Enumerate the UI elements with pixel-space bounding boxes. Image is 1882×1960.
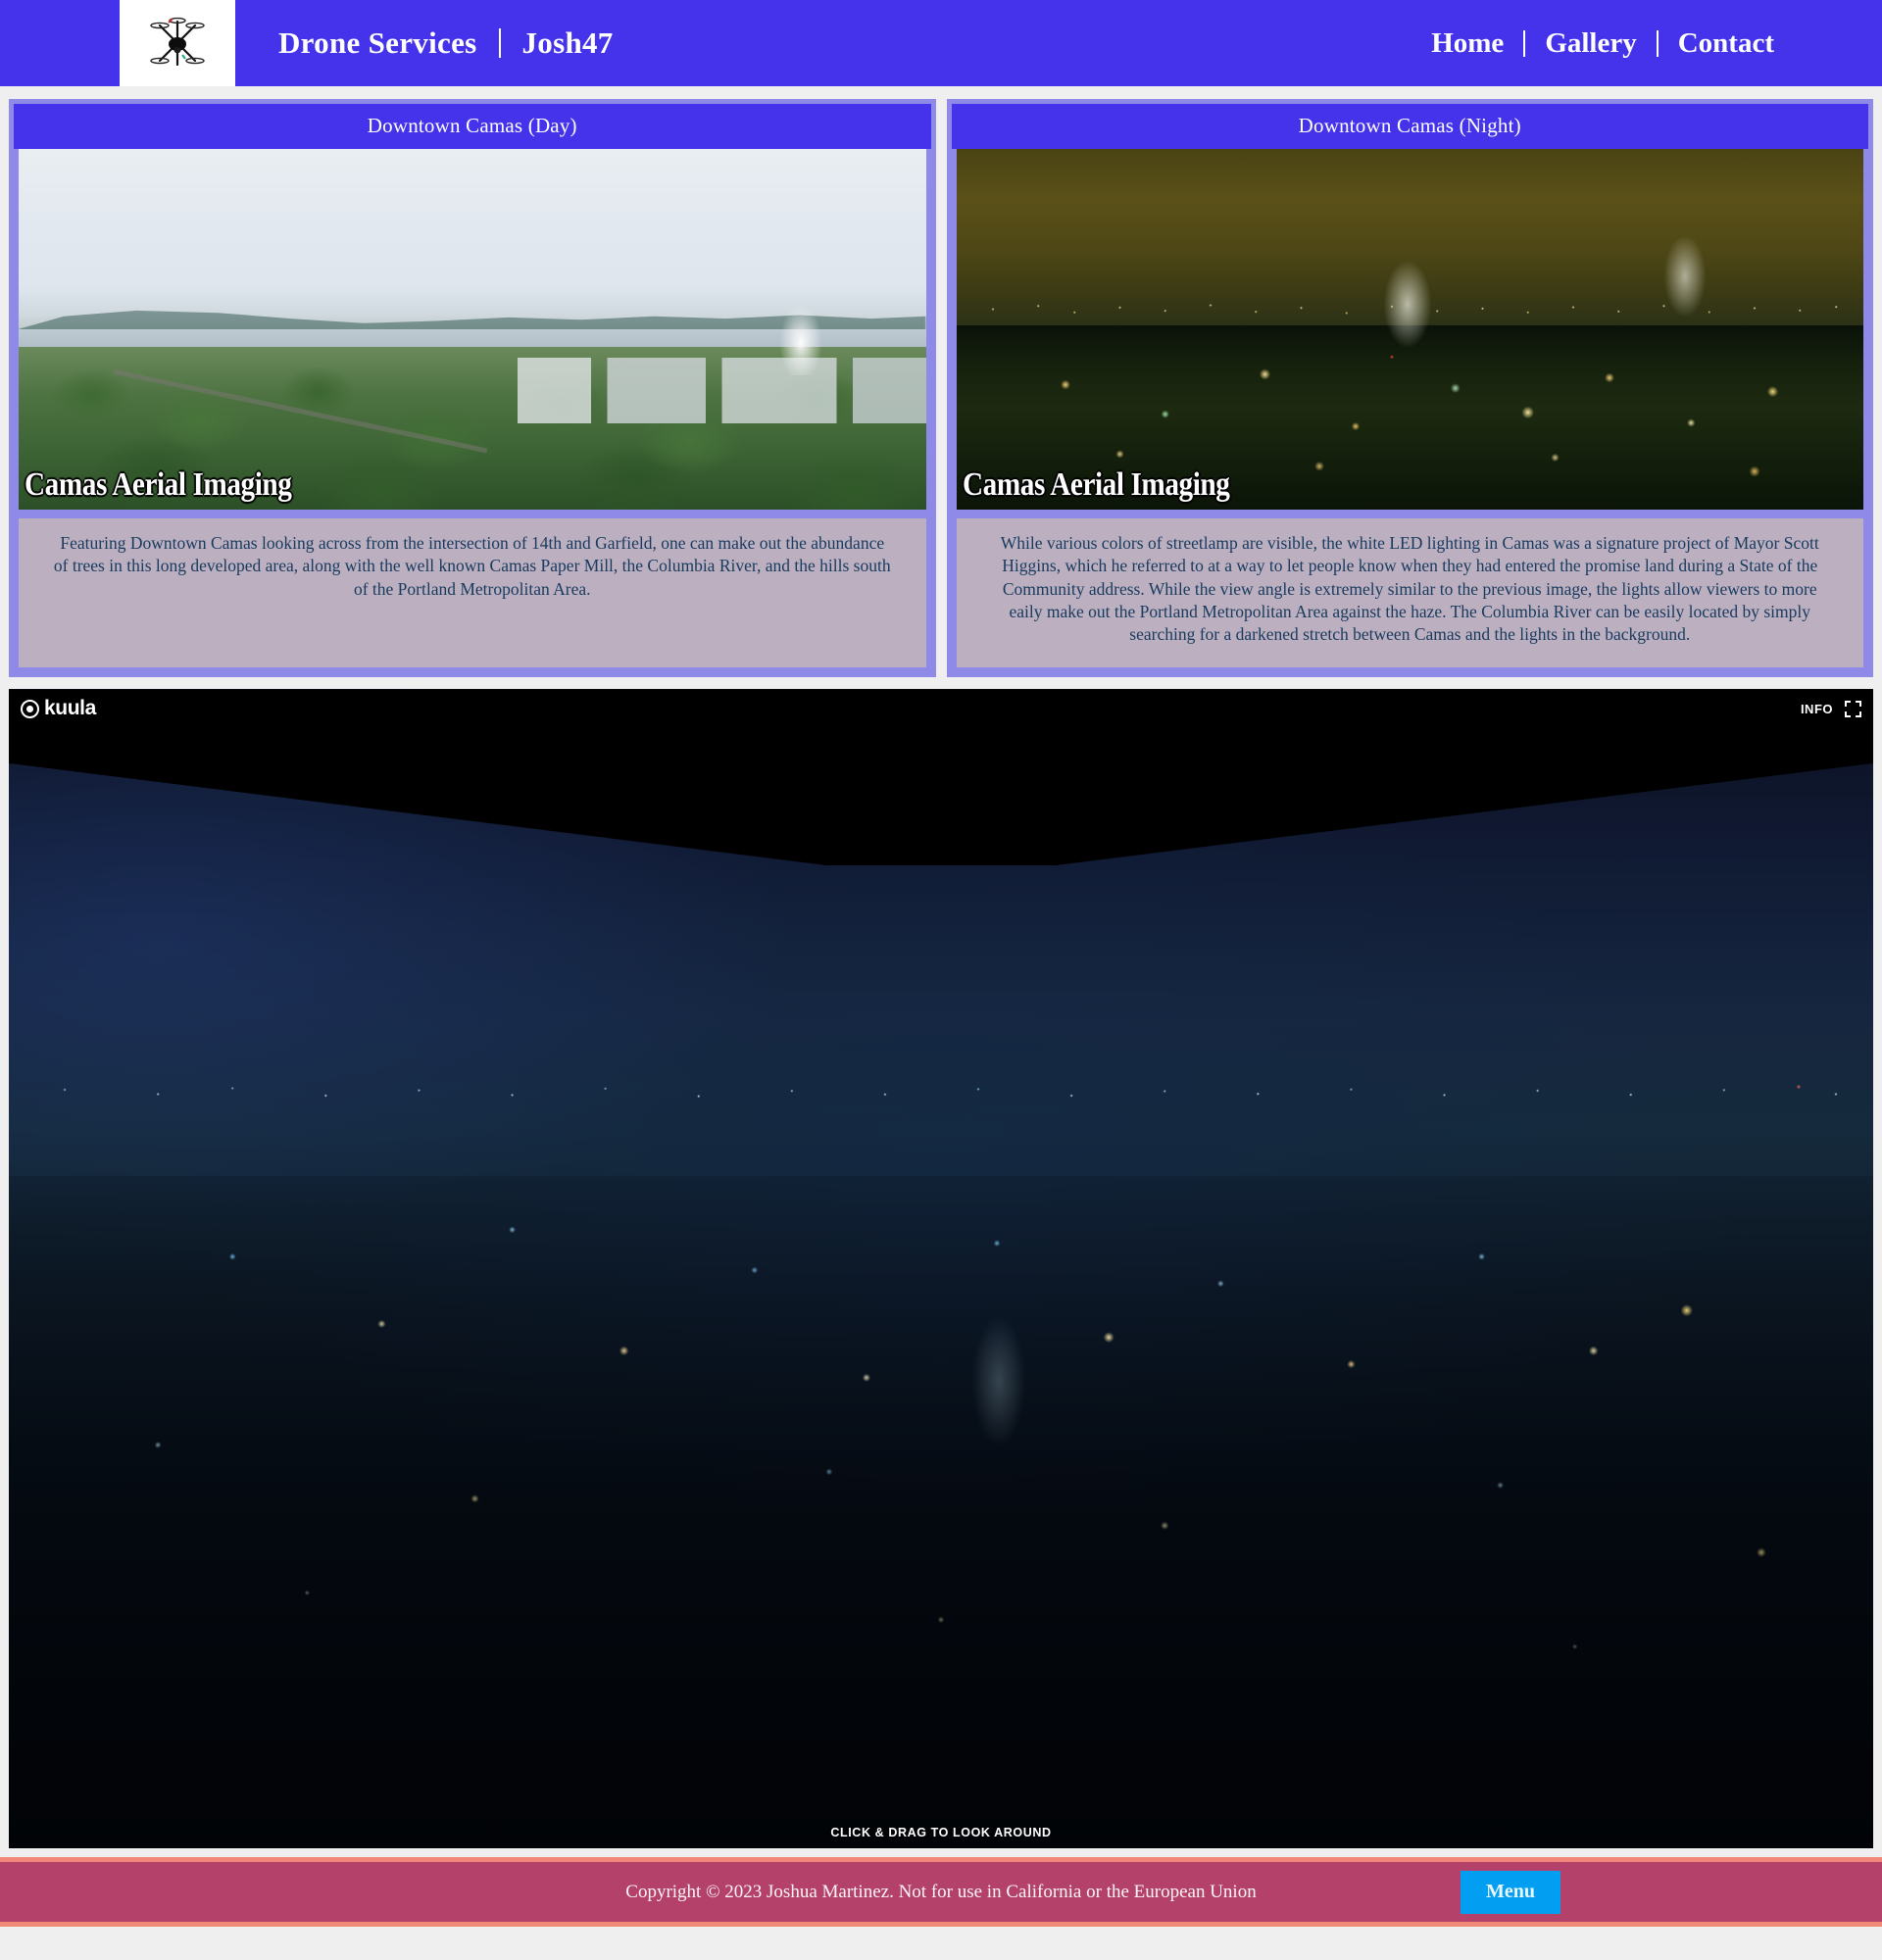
kuula-wordmark: kuula <box>44 697 96 720</box>
photo-card-row: Downtown Camas (Day) Camas Aerial Imagin… <box>0 86 1882 678</box>
info-button[interactable]: INFO <box>1801 702 1833 716</box>
photo-card-night: Downtown Camas (Night) Camas Aerial Imag… <box>946 99 1873 678</box>
watermark-day: Camas Aerial Imaging <box>25 466 292 503</box>
nav-divider <box>1523 29 1526 57</box>
photo-night[interactable]: Camas Aerial Imaging <box>956 149 1863 510</box>
photo-day[interactable]: Camas Aerial Imaging <box>19 149 926 510</box>
day-buildings <box>518 358 926 423</box>
caption-night: While various colors of streetlamp are v… <box>956 518 1863 668</box>
kuula-logo[interactable]: kuula <box>21 697 96 720</box>
main-navigation: Home Gallery Contact <box>1431 27 1774 60</box>
brand-divider <box>498 28 501 58</box>
card-title-day: Downtown Camas (Day) <box>10 100 935 149</box>
photo-card-day: Downtown Camas (Day) Camas Aerial Imagin… <box>9 99 936 678</box>
brand: Drone Services Josh47 <box>278 25 614 61</box>
night-mill-smoke-secondary <box>1655 199 1716 318</box>
nav-item-gallery[interactable]: Gallery <box>1545 27 1636 60</box>
site-header: Drone Services Josh47 Home Gallery Conta… <box>0 0 1882 86</box>
pano-mill-smoke <box>960 1268 1039 1455</box>
caption-night-text: While various colors of streetlamp are v… <box>1000 533 1819 645</box>
logo-box[interactable] <box>120 0 235 86</box>
fullscreen-icon[interactable] <box>1845 700 1861 717</box>
card-title-night: Downtown Camas (Night) <box>947 100 1872 149</box>
menu-button[interactable]: Menu <box>1461 1870 1560 1914</box>
brand-subtitle: Josh47 <box>521 25 614 60</box>
caption-day-text: Featuring Downtown Camas looking across … <box>53 533 891 599</box>
site-footer: Copyright © 2023 Joshua Martinez. Not fo… <box>0 1857 1882 1928</box>
pano-controls: INFO <box>1801 700 1861 717</box>
pano-city-lights <box>9 1176 1873 1849</box>
pano-horizon-lights <box>9 1077 1873 1108</box>
panorama-viewer[interactable]: kuula INFO CLICK & DRAG TO LOOK AROUND <box>9 689 1873 1849</box>
nav-item-contact[interactable]: Contact <box>1678 27 1774 60</box>
nav-divider <box>1656 29 1659 57</box>
nav-item-home[interactable]: Home <box>1431 27 1504 60</box>
watermark-night: Camas Aerial Imaging <box>962 466 1230 503</box>
pano-drag-hint: CLICK & DRAG TO LOOK AROUND <box>830 1826 1052 1840</box>
copyright-text: Copyright © 2023 Joshua Martinez. Not fo… <box>625 1881 1257 1902</box>
brand-title: Drone Services <box>278 25 477 60</box>
day-mill-smoke <box>771 268 831 376</box>
night-mill-smoke <box>1373 220 1443 349</box>
caption-day: Featuring Downtown Camas looking across … <box>19 518 926 668</box>
pano-toolbar: kuula INFO <box>9 689 1873 728</box>
drone-icon <box>147 13 208 74</box>
kuula-mark-icon <box>21 699 39 718</box>
